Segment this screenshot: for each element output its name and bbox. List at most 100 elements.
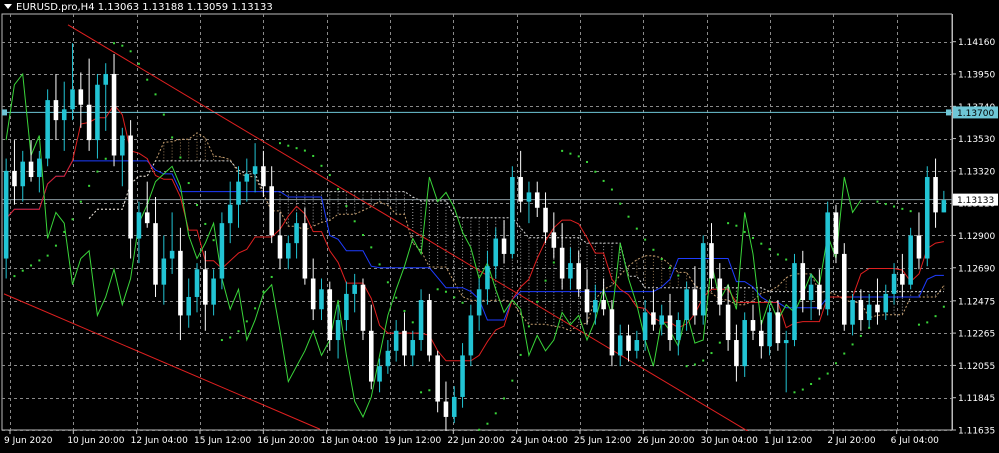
psar-dot <box>204 222 207 225</box>
psar-dot <box>453 296 456 299</box>
psar-dot <box>303 149 306 152</box>
psar-dot <box>121 44 124 47</box>
candle <box>252 143 258 193</box>
time-tick-label: 12 Jun 04:00 <box>131 436 188 446</box>
candle-body <box>435 355 440 402</box>
tenkan-sen-line <box>5 103 944 362</box>
candle-body <box>493 238 499 267</box>
candle-body <box>476 289 482 316</box>
candle <box>319 278 324 321</box>
psar-dot <box>610 188 613 191</box>
candle-body <box>833 212 839 254</box>
price-tick-label: 1.12690 <box>958 264 995 274</box>
level-line-handle-right[interactable] <box>946 109 951 116</box>
psar-dot <box>544 279 547 282</box>
psar-dot <box>54 244 57 247</box>
time-axis: 9 Jun 2020 10 Jun 20:00 12 Jun 04:00 15 Jun… <box>0 430 952 453</box>
candle <box>393 320 399 362</box>
candle <box>916 212 922 270</box>
candle-body <box>377 366 382 382</box>
candle <box>933 158 938 228</box>
psar-dot <box>727 222 730 225</box>
psar-dot <box>561 149 564 152</box>
psar-dot <box>88 184 91 187</box>
psar-dot <box>934 315 937 318</box>
candle <box>568 247 573 290</box>
candle <box>759 320 764 359</box>
price-tick-label: 1.13950 <box>958 70 995 80</box>
psar-dot <box>760 242 763 245</box>
candle <box>800 250 806 313</box>
time-tick-label: 16 Jun 20:00 <box>257 436 314 446</box>
chart-canvas[interactable]: 1.141601.139501.137401.135301.133201.131… <box>0 0 999 453</box>
psar-dot <box>735 224 738 227</box>
psar-dot <box>237 330 240 333</box>
candle-body <box>883 293 889 313</box>
psar-dot <box>353 220 356 223</box>
psar-dot <box>710 352 713 355</box>
psar-dot <box>146 78 149 81</box>
psar-dot <box>652 248 655 251</box>
time-tick-label: 1 Jul 12:00 <box>764 436 813 446</box>
psar-dot <box>718 341 721 344</box>
candle-body <box>651 312 656 325</box>
chart-window[interactable]: 1.141601.139501.137401.135301.133201.131… <box>0 0 999 453</box>
psar-dot <box>254 307 257 310</box>
candle <box>78 72 84 128</box>
time-tick-label: 10 Jun 20:00 <box>67 436 124 446</box>
candle <box>128 120 133 259</box>
candle <box>144 181 150 228</box>
candle-body <box>103 73 109 85</box>
candle-body <box>568 263 573 279</box>
candle <box>551 212 557 259</box>
psar-dot <box>810 383 813 386</box>
candle <box>510 166 515 259</box>
psar-dot <box>278 142 281 145</box>
candle <box>684 281 689 331</box>
psar-dot <box>511 379 514 382</box>
psar-dot <box>113 42 116 45</box>
candle <box>676 312 681 356</box>
psar-dot <box>859 334 862 337</box>
dropdown-triangle-icon[interactable] <box>4 4 12 9</box>
candle-body <box>244 173 250 182</box>
candle <box>136 201 142 264</box>
senkou-span-a-line <box>88 132 945 332</box>
candle <box>194 263 200 313</box>
candle <box>584 269 590 325</box>
psar-dot <box>187 182 190 185</box>
candle <box>161 235 167 305</box>
psar-dot <box>287 144 290 147</box>
price-tick-label: 1.12265 <box>958 330 995 340</box>
psar-dot <box>220 339 223 342</box>
candle-body <box>427 300 432 356</box>
candle <box>95 73 100 159</box>
candle-body <box>634 340 640 351</box>
psar-dot <box>478 428 481 431</box>
candle <box>244 158 250 202</box>
psar-dot <box>436 288 439 291</box>
candle-body <box>858 300 864 321</box>
candle <box>900 253 905 297</box>
psar-dot <box>320 164 323 167</box>
candle-body <box>393 330 399 351</box>
psar-dot <box>420 391 423 394</box>
candle-body <box>526 192 532 202</box>
candle-body <box>725 304 731 341</box>
psar-dot <box>552 261 555 264</box>
candle-body <box>759 330 764 347</box>
psar-dot <box>884 203 887 206</box>
candle-body <box>186 296 191 316</box>
candle-body <box>800 263 806 301</box>
level-line-handle-left[interactable] <box>2 109 7 116</box>
candle <box>12 140 17 205</box>
candle-body <box>70 89 75 110</box>
psar-dot <box>337 188 340 191</box>
candle-body <box>352 284 357 294</box>
candle-body <box>402 330 407 356</box>
psar-dot <box>834 362 837 365</box>
candle-body <box>933 177 938 213</box>
candle-body <box>219 223 225 279</box>
time-tick-label: 22 Jun 20:00 <box>447 436 504 446</box>
psar-dot <box>776 253 779 256</box>
